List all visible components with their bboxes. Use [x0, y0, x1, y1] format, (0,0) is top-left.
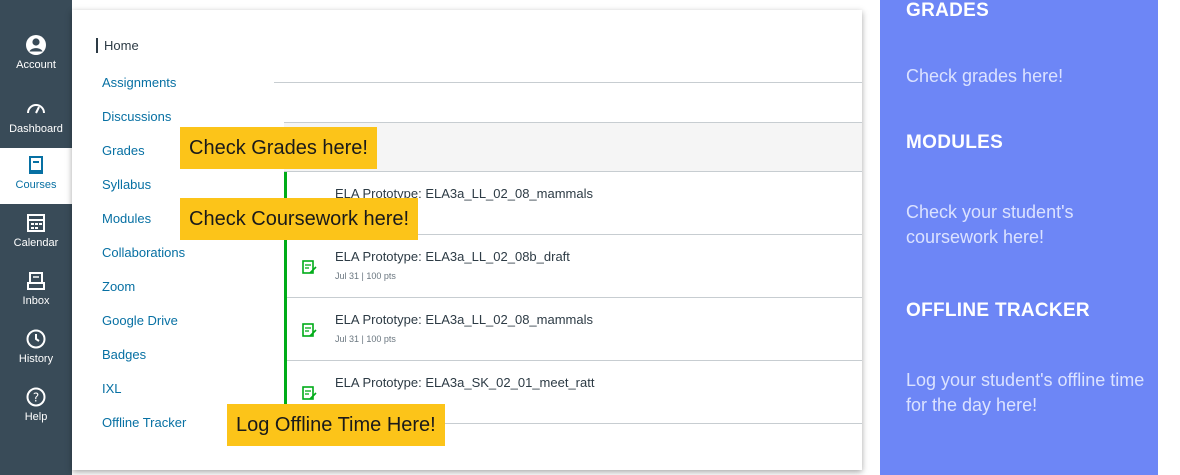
course-nav-badges[interactable]: Badges — [102, 347, 146, 362]
divider — [274, 82, 862, 83]
course-screen: Home Assignments Discussions Grades Syll… — [72, 10, 862, 470]
offline-callout: Log Offline Time Here! — [227, 404, 445, 446]
modules-text: Check your student's coursework here! — [906, 202, 1074, 247]
inbox-icon — [25, 270, 47, 292]
course-nav-grades[interactable]: Grades — [102, 143, 145, 158]
calendar-icon — [25, 212, 47, 234]
assignment-icon — [301, 259, 317, 275]
course-nav-discussions[interactable]: Discussions — [102, 109, 171, 124]
module-item[interactable]: ELA Prototype: ELA3a_LL_02_08_mammals Ju… — [287, 298, 862, 361]
course-nav-collaborations[interactable]: Collaborations — [102, 245, 185, 260]
account-icon — [25, 34, 47, 56]
assignment-icon — [301, 385, 317, 401]
nav-courses[interactable]: Courses — [0, 148, 72, 204]
course-nav-assignments[interactable]: Assignments — [102, 75, 176, 90]
nav-dashboard[interactable]: Dashboard — [0, 92, 72, 148]
nav-help[interactable]: ? Help — [0, 380, 72, 436]
dashboard-icon — [25, 98, 47, 120]
course-nav-syllabus[interactable]: Syllabus — [102, 177, 151, 192]
course-nav-home[interactable]: Home — [96, 38, 139, 53]
module-item-title[interactable]: ELA Prototype: ELA3a_SK_02_01_meet_ratt — [335, 375, 594, 390]
module-item-title[interactable]: ELA Prototype: ELA3a_LL_02_08b_draft — [335, 249, 570, 264]
nav-courses-label: Courses — [15, 179, 57, 191]
nav-calendar[interactable]: Calendar — [0, 206, 72, 262]
nav-calendar-label: Calendar — [13, 237, 59, 249]
offline-tracker-heading: OFFLINE TRACKER — [906, 300, 1090, 321]
grades-callout: Check Grades here! — [180, 127, 377, 169]
course-nav-ixl[interactable]: IXL — [102, 381, 122, 396]
info-panel: GRADES Check grades here! MODULES Check … — [880, 0, 1158, 475]
assignment-icon — [301, 322, 317, 338]
course-nav-google-drive[interactable]: Google Drive — [102, 313, 178, 328]
grades-text: Check grades here! — [906, 66, 1064, 86]
history-icon — [25, 328, 47, 350]
nav-inbox[interactable]: Inbox — [0, 264, 72, 320]
global-nav: Account Dashboard Courses Calendar Inbox… — [0, 0, 72, 475]
nav-history[interactable]: History — [0, 322, 72, 378]
nav-inbox-label: Inbox — [22, 295, 50, 307]
modules-heading: MODULES — [906, 132, 1004, 153]
course-nav-zoom[interactable]: Zoom — [102, 279, 135, 294]
module-item-meta: Jul 31 | 100 pts — [335, 271, 396, 281]
help-icon: ? — [25, 386, 47, 408]
nav-help-label: Help — [24, 411, 48, 423]
nav-dashboard-label: Dashboard — [9, 123, 63, 135]
offline-tracker-text: Log your student's offline time for the … — [906, 370, 1145, 415]
course-nav-modules[interactable]: Modules — [102, 211, 151, 226]
courses-icon — [25, 154, 47, 176]
nav-account[interactable]: Account — [0, 28, 72, 84]
svg-text:?: ? — [33, 391, 39, 405]
module-item-title[interactable]: ELA Prototype: ELA3a_LL_02_08_mammals — [335, 312, 593, 327]
grades-heading: GRADES — [906, 0, 990, 21]
course-nav-offline-tracker[interactable]: Offline Tracker — [102, 415, 186, 430]
nav-account-label: Account — [16, 59, 56, 71]
module-item-meta: Jul 31 | 100 pts — [335, 334, 396, 344]
nav-history-label: History — [18, 353, 54, 365]
module-item[interactable]: ELA Prototype: ELA3a_LL_02_08b_draft Jul… — [287, 235, 862, 298]
coursework-callout: Check Coursework here! — [180, 198, 419, 240]
